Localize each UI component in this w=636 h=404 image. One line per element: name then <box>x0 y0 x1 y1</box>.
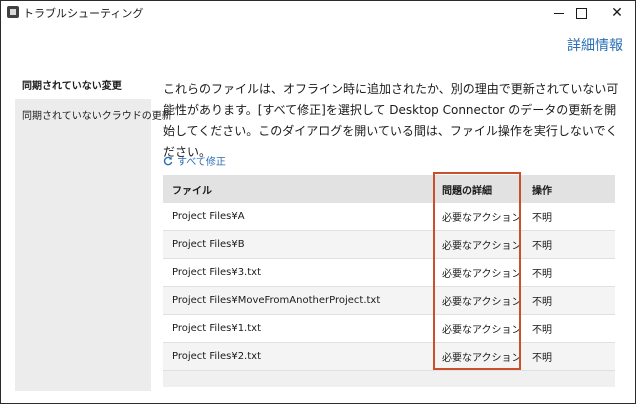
table-row[interactable]: Project Files¥3.txt 必要なアクション 不明 <box>163 259 615 287</box>
maximize-button[interactable] <box>563 1 599 25</box>
table-row[interactable]: Project Files¥MoveFromAnotherProject.txt… <box>163 287 615 315</box>
file-cell: Project Files¥1.txt <box>172 323 261 334</box>
window-title: トラブルシューティング <box>23 7 144 20</box>
fix-all-label: すべて修正 <box>177 157 226 168</box>
action-cell[interactable]: 不明 <box>532 259 552 286</box>
maximize-icon <box>575 7 587 19</box>
sidebar: 同期されていない変更 同期されていないクラウドの更新 <box>15 69 172 391</box>
fix-all-button[interactable]: すべて修正 <box>163 153 226 168</box>
action-cell[interactable]: 不明 <box>532 343 552 370</box>
detail-cell: 必要なアクション <box>442 269 522 280</box>
detail-cell: 必要なアクション <box>442 213 522 224</box>
file-cell: Project Files¥2.txt <box>172 351 261 362</box>
action-cell[interactable]: 不明 <box>532 231 552 258</box>
troubleshooting-window: トラブルシューティング ✕ 詳細情報 同期されていない変更 同期されていないクラ… <box>0 0 636 404</box>
app-icon <box>7 6 19 18</box>
file-cell: Project Files¥3.txt <box>172 267 261 278</box>
close-icon: ✕ <box>611 5 623 21</box>
sidebar-item-label: 同期されていない変更 <box>22 80 122 92</box>
detail-cell: 必要なアクション <box>442 297 522 308</box>
column-header-detail[interactable]: 問題の詳細 <box>442 175 492 203</box>
column-header-file[interactable]: ファイル <box>172 175 212 203</box>
table-header: ファイル 問題の詳細 操作 <box>163 175 615 203</box>
column-header-action[interactable]: 操作 <box>532 175 552 203</box>
table-row[interactable]: Project Files¥A 必要なアクション 不明 <box>163 203 615 231</box>
action-cell[interactable]: 不明 <box>532 203 552 230</box>
detail-cell: 必要なアクション <box>442 353 522 364</box>
refresh-icon <box>163 156 173 165</box>
close-button[interactable]: ✕ <box>599 1 635 25</box>
table-row[interactable]: Project Files¥2.txt 必要なアクション 不明 <box>163 343 615 371</box>
description-text: これらのファイルは、オフライン時に追加されたか、別の理由で更新されていない可能性… <box>163 82 619 159</box>
action-cell[interactable]: 不明 <box>532 287 552 314</box>
sidebar-item-label: 同期されていないクラウドの更新 <box>22 110 172 122</box>
sidebar-item-unsynced-changes[interactable]: 同期されていない変更 <box>15 69 151 99</box>
file-cell: Project Files¥B <box>172 239 245 250</box>
file-cell: Project Files¥A <box>172 211 245 222</box>
details-link[interactable]: 詳細情報 <box>567 35 623 55</box>
detail-cell: 必要なアクション <box>442 325 522 336</box>
files-table: ファイル 問題の詳細 操作 Project Files¥A 必要なアクション 不… <box>163 175 615 387</box>
title-bar: トラブルシューティング ✕ <box>1 1 635 25</box>
table-row[interactable]: Project Files¥B 必要なアクション 不明 <box>163 231 615 259</box>
sidebar-item-unsynced-cloud-updates[interactable]: 同期されていないクラウドの更新 <box>15 99 172 129</box>
detail-cell: 必要なアクション <box>442 241 522 252</box>
table-row[interactable]: Project Files¥1.txt 必要なアクション 不明 <box>163 315 615 343</box>
action-cell[interactable]: 不明 <box>532 315 552 342</box>
file-cell: Project Files¥MoveFromAnotherProject.txt <box>172 295 381 306</box>
